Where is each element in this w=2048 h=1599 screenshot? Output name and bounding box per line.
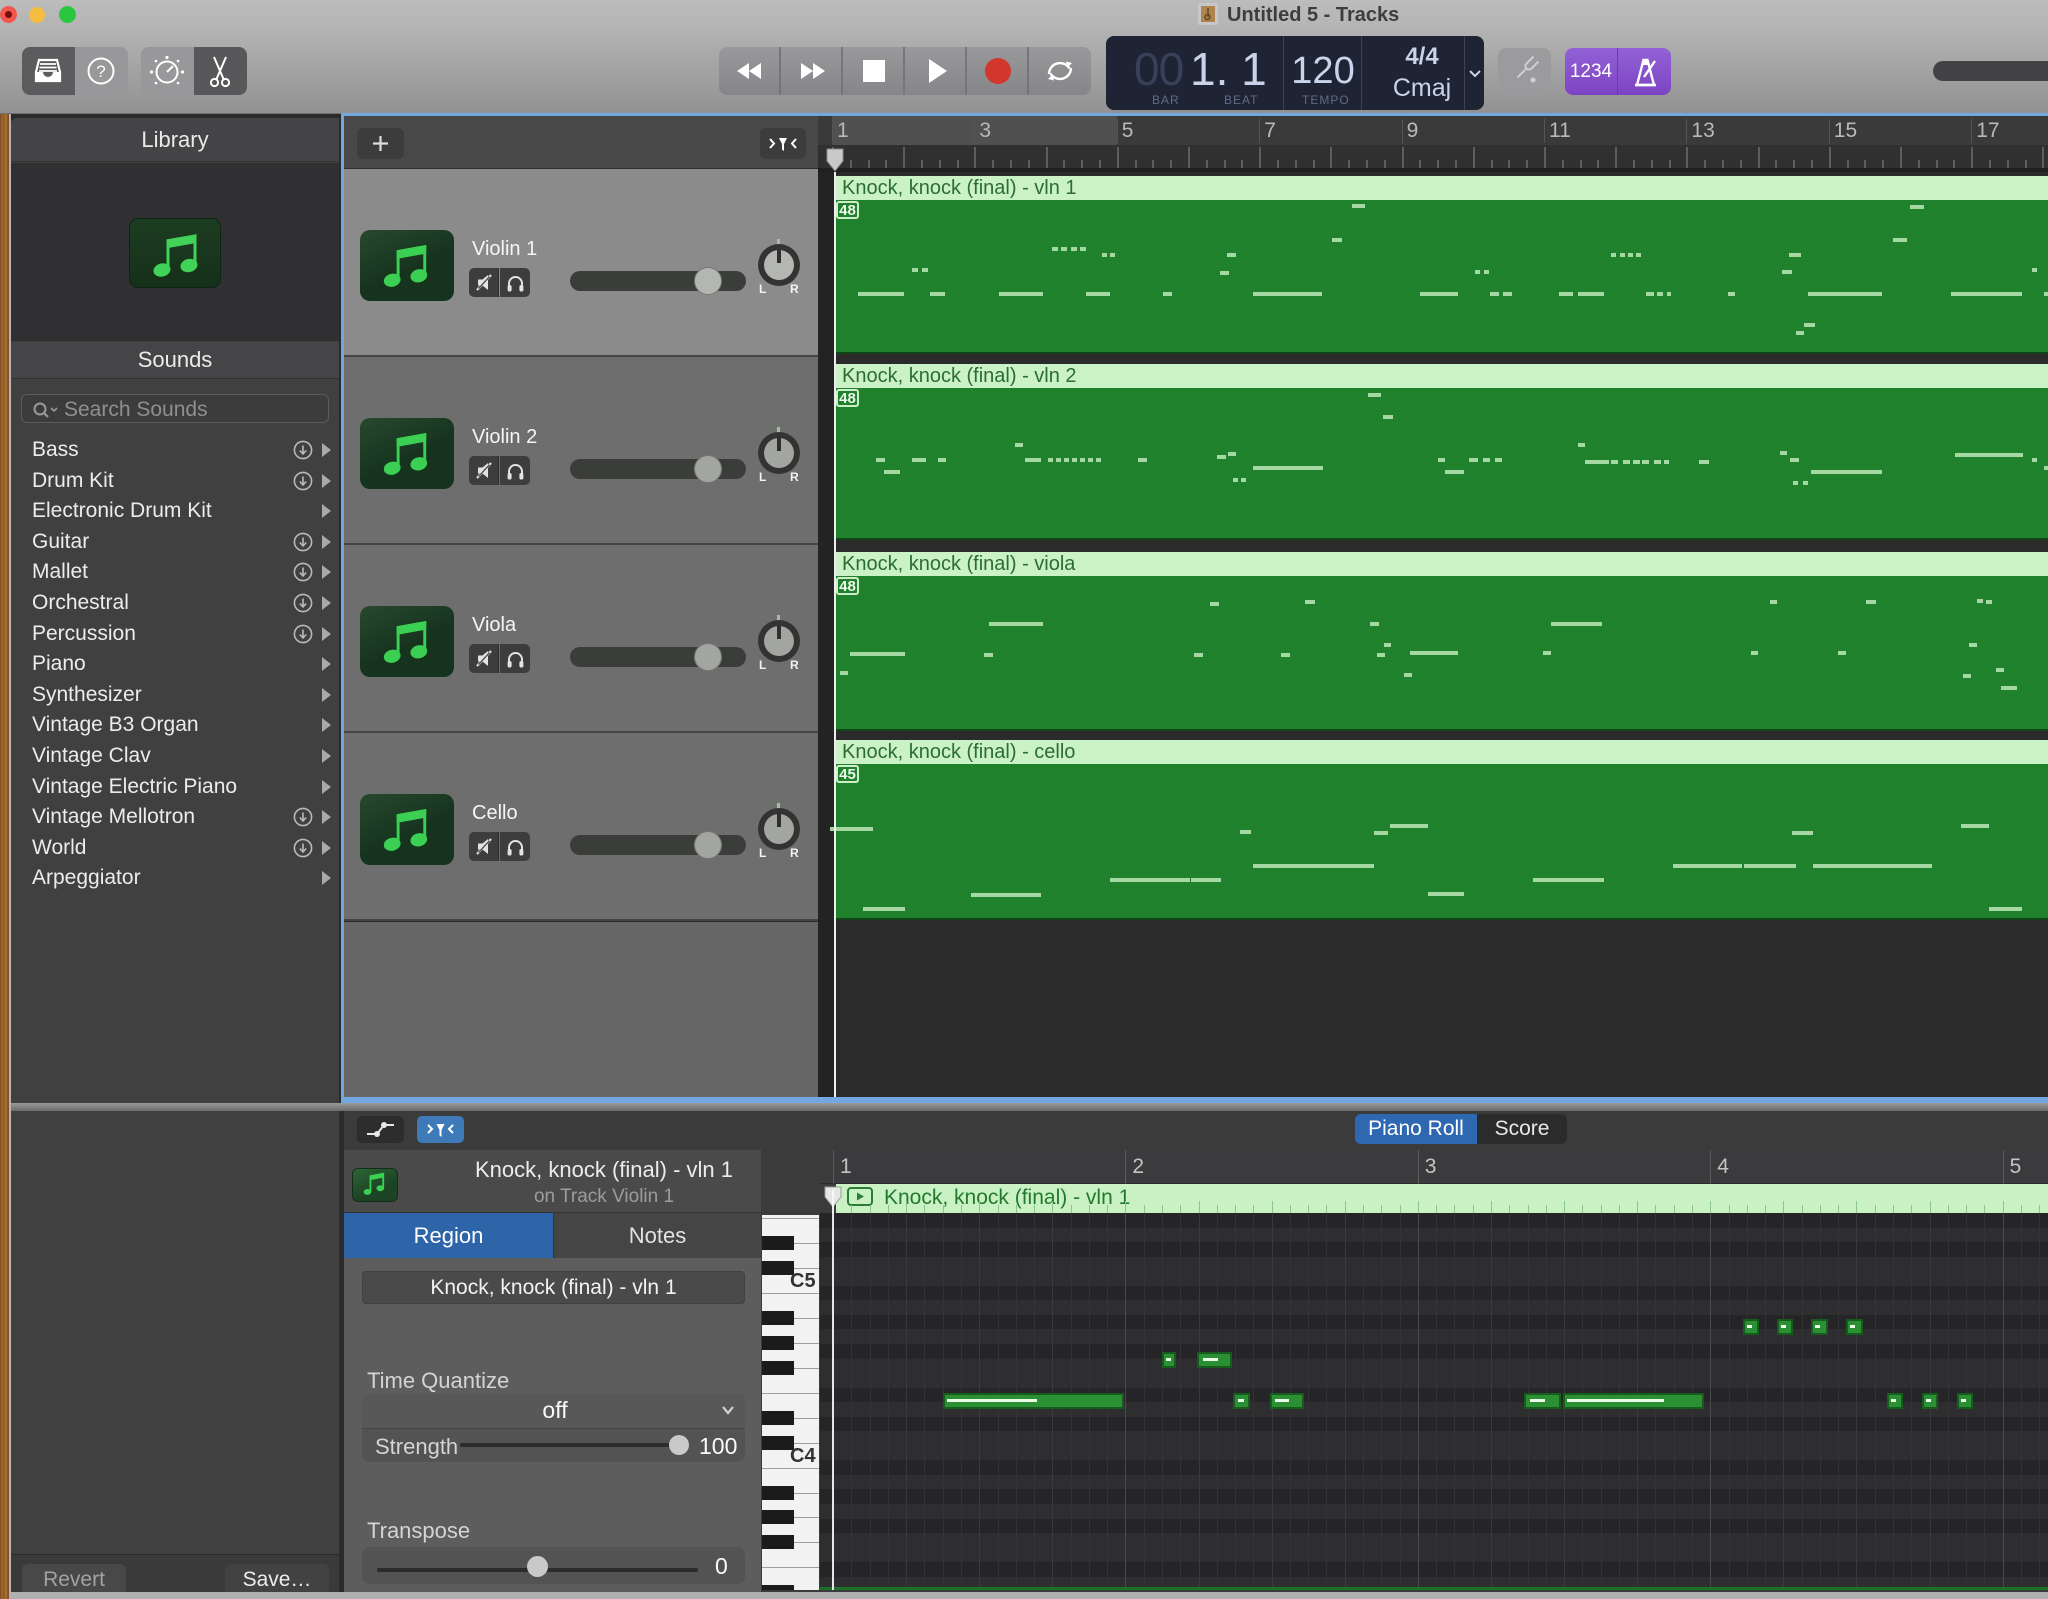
svg-text:?: ?	[96, 62, 105, 81]
